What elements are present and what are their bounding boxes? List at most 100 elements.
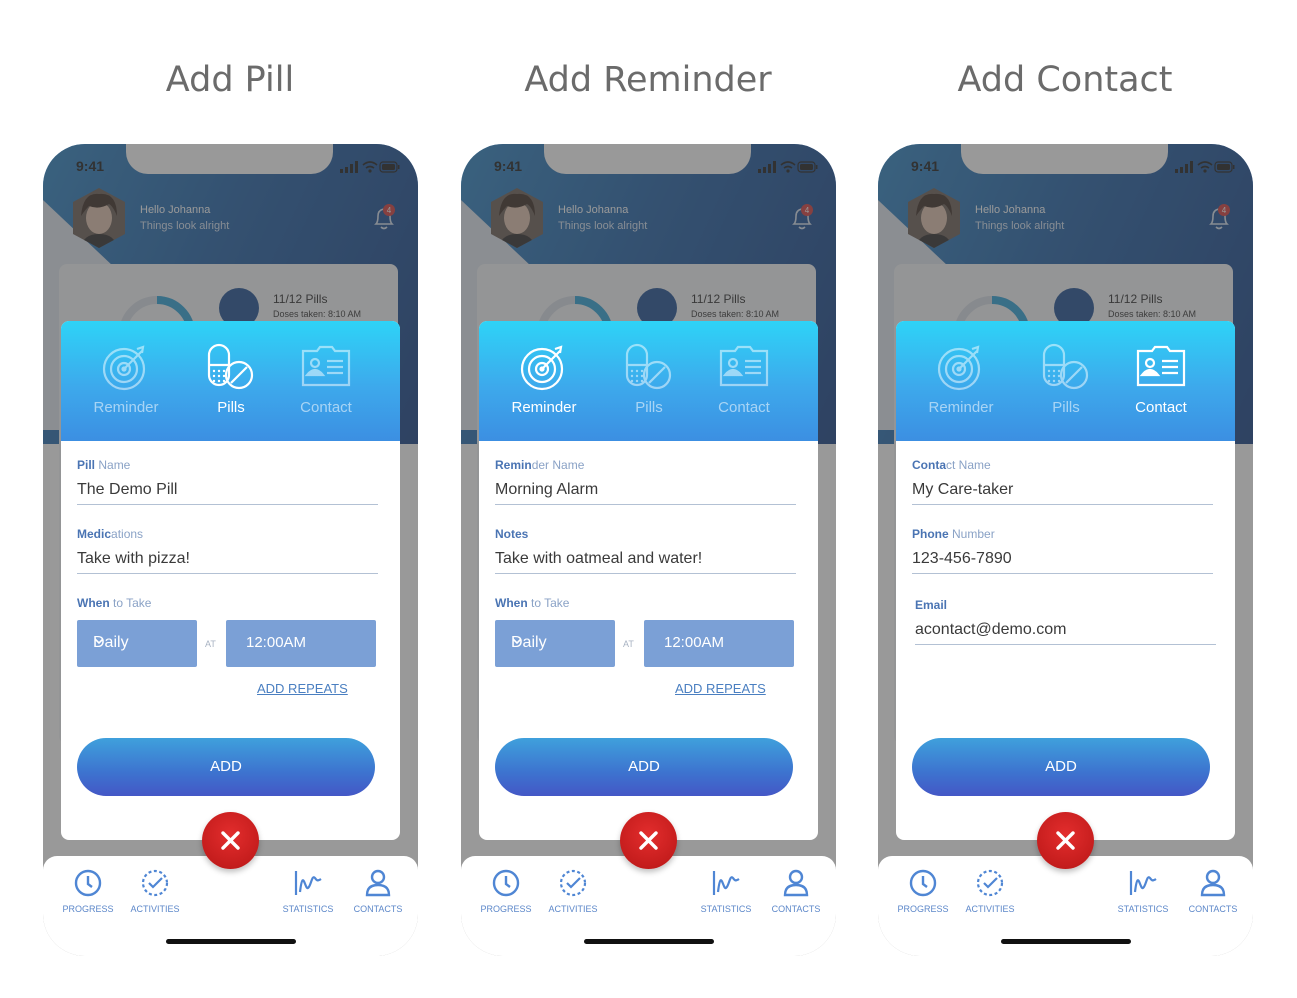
field-input[interactable]: Take with oatmeal and water! — [495, 550, 702, 568]
phone-screen: 9:41Hello JohannaThings look alright411/… — [461, 144, 836, 956]
tab-label: Pills — [217, 399, 245, 416]
statistics-icon — [691, 868, 761, 898]
nav-item-activities[interactable]: ACTIVITIES — [120, 868, 190, 914]
field-label-bold: Remin — [495, 458, 532, 472]
tab-label: Pills — [635, 399, 663, 416]
phone-screen: 9:41Hello JohannaThings look alright411/… — [43, 144, 418, 956]
field-underline — [495, 573, 796, 574]
close-button[interactable] — [1037, 812, 1094, 869]
nav-item-contacts[interactable]: CONTACTS — [343, 868, 413, 914]
nav-label: CONTACTS — [353, 904, 403, 914]
screen-title: Add Pill — [165, 60, 295, 100]
tab-contact[interactable]: Contact — [1111, 343, 1211, 416]
statistics-icon — [273, 868, 343, 898]
person-icon — [343, 868, 413, 898]
close-button[interactable] — [620, 812, 677, 869]
field-input[interactable]: The Demo Pill — [77, 481, 177, 499]
field-label: Contact Name — [912, 458, 991, 472]
chevron-down-icon — [93, 634, 105, 646]
nav-label: ACTIVITIES — [130, 904, 180, 914]
bottom-nav: PROGRESS ACTIVITIES STATISTICS CONTACTS — [878, 856, 1253, 956]
time-input[interactable]: 12:00AM — [226, 620, 376, 667]
field-underline — [915, 644, 1216, 645]
nav-item-activities[interactable]: ACTIVITIES — [538, 868, 608, 914]
bottom-nav: PROGRESS ACTIVITIES STATISTICS CONTACTS — [461, 856, 836, 956]
nav-label: PROGRESS — [480, 904, 532, 914]
time-value: 12:00AM — [664, 634, 725, 651]
field-label-bold: When — [77, 596, 110, 610]
nav-item-progress[interactable]: PROGRESS — [53, 868, 123, 914]
time-input[interactable]: 12:00AM — [644, 620, 794, 667]
pills-icon — [599, 343, 699, 391]
contact-card-icon — [1111, 343, 1211, 391]
field-input[interactable]: Morning Alarm — [495, 481, 598, 499]
tab-reminder[interactable]: Reminder — [911, 343, 1011, 416]
add-repeats-link[interactable]: ADD REPEATS — [257, 681, 348, 696]
field-input[interactable]: 123-456-7890 — [912, 550, 1012, 568]
field-label: When to Take — [77, 596, 151, 610]
nav-item-statistics[interactable]: STATISTICS — [273, 868, 343, 914]
add-button[interactable]: ADD — [495, 738, 793, 796]
nav-label: PROGRESS — [62, 904, 114, 914]
target-icon — [76, 343, 176, 391]
frequency-select[interactable]: Daily — [495, 620, 615, 667]
nav-label: STATISTICS — [1117, 904, 1169, 914]
nav-item-statistics[interactable]: STATISTICS — [691, 868, 761, 914]
field-label: Pill Name — [77, 458, 130, 472]
tab-pills[interactable]: Pills — [181, 343, 281, 416]
tab-contact[interactable]: Contact — [694, 343, 794, 416]
tab-pills[interactable]: Pills — [599, 343, 699, 416]
field-underline — [77, 504, 378, 505]
field-label-rest: Number — [948, 527, 995, 541]
clock-icon — [53, 868, 123, 898]
field-input[interactable]: acontact@demo.com — [915, 621, 1066, 639]
field-label-rest: ct Name — [946, 458, 991, 472]
modal-tab-bar: Reminder Pills Contact — [896, 321, 1235, 441]
field-input[interactable]: Take with pizza! — [77, 550, 190, 568]
field-input[interactable]: My Care-taker — [912, 481, 1013, 499]
field-label-rest: to Take — [109, 596, 152, 610]
field-underline — [495, 504, 796, 505]
tab-reminder[interactable]: Reminder — [76, 343, 176, 416]
field-label-bold: Phone — [912, 527, 949, 541]
tab-contact[interactable]: Contact — [276, 343, 376, 416]
pills-icon — [1016, 343, 1116, 391]
home-indicator — [584, 939, 714, 944]
tab-reminder[interactable]: Reminder — [494, 343, 594, 416]
nav-label: CONTACTS — [771, 904, 821, 914]
statistics-icon — [1108, 868, 1178, 898]
add-modal: Reminder Pills Contact Reminder Name Morning… — [479, 321, 818, 840]
field-underline — [912, 504, 1213, 505]
contact-card-icon — [694, 343, 794, 391]
person-icon — [1178, 868, 1248, 898]
nav-item-contacts[interactable]: CONTACTS — [1178, 868, 1248, 914]
nav-item-progress[interactable]: PROGRESS — [888, 868, 958, 914]
chevron-down-icon — [511, 634, 523, 646]
close-button[interactable] — [202, 812, 259, 869]
field-label-bold: Email — [915, 598, 948, 612]
nav-item-statistics[interactable]: STATISTICS — [1108, 868, 1178, 914]
tab-label: Contact — [300, 399, 352, 416]
nav-item-activities[interactable]: ACTIVITIES — [955, 868, 1025, 914]
nav-item-contacts[interactable]: CONTACTS — [761, 868, 831, 914]
field-label: When to Take — [495, 596, 569, 610]
nav-label: STATISTICS — [282, 904, 334, 914]
tab-pills[interactable]: Pills — [1016, 343, 1116, 416]
person-icon — [761, 868, 831, 898]
nav-item-progress[interactable]: PROGRESS — [471, 868, 541, 914]
clock-icon — [888, 868, 958, 898]
tab-label: Pills — [1052, 399, 1080, 416]
activity-check-icon — [538, 868, 608, 898]
add-button[interactable]: ADD — [77, 738, 375, 796]
tab-label: Reminder — [93, 399, 159, 416]
field-label-bold: Notes — [495, 527, 529, 541]
add-button[interactable]: ADD — [912, 738, 1210, 796]
add-repeats-link[interactable]: ADD REPEATS — [675, 681, 766, 696]
target-icon — [911, 343, 1011, 391]
home-indicator — [1001, 939, 1131, 944]
nav-label: ACTIVITIES — [965, 904, 1015, 914]
field-label-bold: When — [495, 596, 528, 610]
frequency-select[interactable]: Daily — [77, 620, 197, 667]
field-label: Reminder Name — [495, 458, 584, 472]
field-label-rest: ations — [111, 527, 144, 541]
